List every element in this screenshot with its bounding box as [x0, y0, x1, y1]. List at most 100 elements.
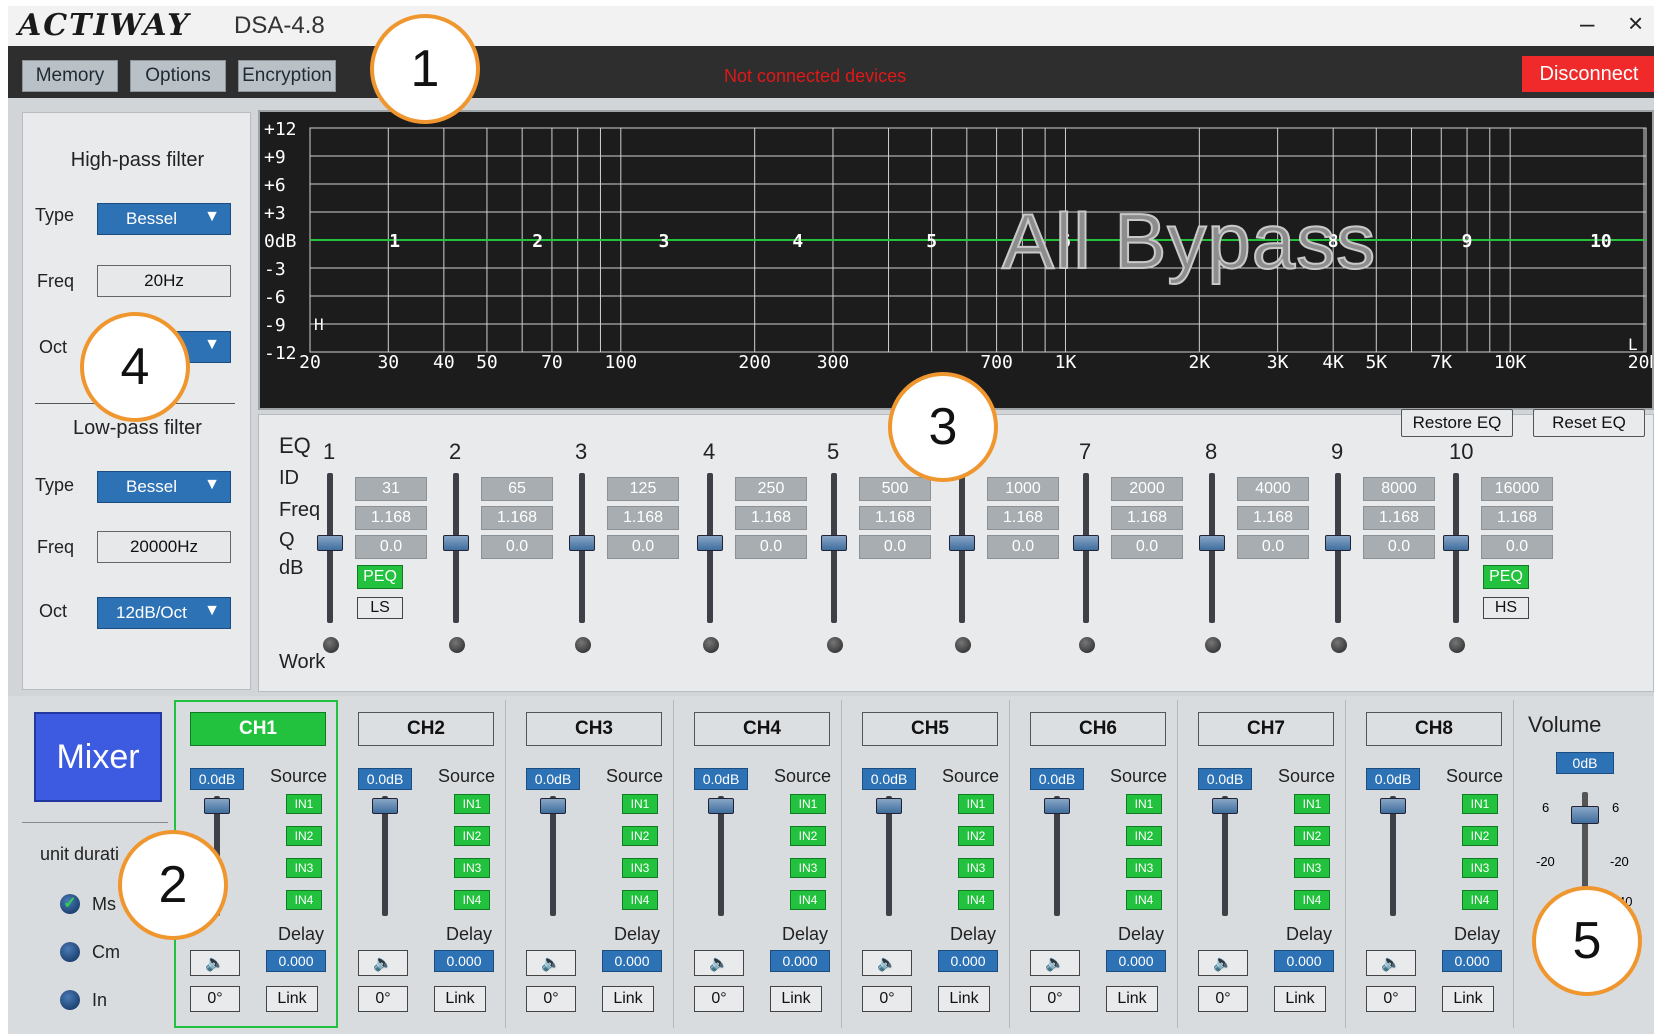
channel-gain-value[interactable]: 0.0dB	[1030, 768, 1084, 790]
eq-gain-slider-knob[interactable]	[1325, 535, 1351, 551]
link-button[interactable]: Link	[1274, 986, 1326, 1012]
memory-button[interactable]: Memory	[22, 60, 118, 92]
eq-q-field[interactable]: 1.168	[735, 506, 807, 530]
eq-freq-field[interactable]: 65	[481, 477, 553, 501]
channel-select-button[interactable]: CH2	[358, 712, 494, 746]
eq-work-indicator[interactable]	[449, 637, 465, 653]
eq-q-field[interactable]: 1.168	[1481, 506, 1553, 530]
channel-gain-value[interactable]: 0.0dB	[526, 768, 580, 790]
source-input-toggle[interactable]: IN1	[286, 794, 322, 814]
channel-delay-value[interactable]: 0.000	[938, 950, 998, 972]
source-input-toggle[interactable]: IN2	[958, 826, 994, 846]
source-input-toggle[interactable]: IN1	[1126, 794, 1162, 814]
source-input-toggle[interactable]: IN4	[1294, 890, 1330, 910]
volume-slider-knob[interactable]	[1571, 806, 1599, 824]
eq-q-field[interactable]: 1.168	[1363, 506, 1435, 530]
source-input-toggle[interactable]: IN1	[790, 794, 826, 814]
source-input-toggle[interactable]: IN4	[790, 890, 826, 910]
eq-db-field[interactable]: 0.0	[1237, 535, 1309, 559]
eq-gain-slider-knob[interactable]	[697, 535, 723, 551]
source-input-toggle[interactable]: IN3	[286, 858, 322, 878]
hp-freq-field[interactable]: 20Hz	[97, 265, 231, 297]
mixer-button[interactable]: Mixer	[34, 712, 162, 802]
source-input-toggle[interactable]: IN1	[622, 794, 658, 814]
eq-db-field[interactable]: 0.0	[1363, 535, 1435, 559]
channel-gain-slider-track[interactable]	[550, 796, 556, 916]
eq-q-field[interactable]: 1.168	[987, 506, 1059, 530]
channel-select-button[interactable]: CH7	[1198, 712, 1334, 746]
source-input-toggle[interactable]: IN4	[286, 890, 322, 910]
source-input-toggle[interactable]: IN4	[454, 890, 490, 910]
channel-gain-slider-track[interactable]	[382, 796, 388, 916]
source-input-toggle[interactable]: IN3	[1126, 858, 1162, 878]
eq-q-field[interactable]: 1.168	[859, 506, 931, 530]
eq-db-field[interactable]: 0.0	[735, 535, 807, 559]
eq-freq-field[interactable]: 16000	[1481, 477, 1553, 501]
source-input-toggle[interactable]: IN2	[1126, 826, 1162, 846]
volume-value[interactable]: 0dB	[1556, 752, 1614, 774]
channel-delay-value[interactable]: 0.000	[434, 950, 494, 972]
eq-work-indicator[interactable]	[323, 637, 339, 653]
channel-gain-value[interactable]: 0.0dB	[1198, 768, 1252, 790]
channel-gain-slider-knob[interactable]	[204, 798, 230, 814]
source-input-toggle[interactable]: IN2	[622, 826, 658, 846]
source-input-toggle[interactable]: IN1	[1462, 794, 1498, 814]
source-input-toggle[interactable]: IN2	[454, 826, 490, 846]
source-input-toggle[interactable]: IN1	[958, 794, 994, 814]
eq-type-toggle[interactable]: PEQ	[357, 565, 403, 589]
channel-select-button[interactable]: CH8	[1366, 712, 1502, 746]
channel-gain-value[interactable]: 0.0dB	[190, 768, 244, 790]
channel-gain-slider-knob[interactable]	[1044, 798, 1070, 814]
restore-eq-button[interactable]: Restore EQ	[1401, 409, 1513, 437]
link-button[interactable]: Link	[266, 986, 318, 1012]
channel-gain-slider-knob[interactable]	[540, 798, 566, 814]
channel-gain-value[interactable]: 0.0dB	[694, 768, 748, 790]
mute-button[interactable]: 🔈	[1366, 950, 1416, 976]
source-input-toggle[interactable]: IN3	[622, 858, 658, 878]
minimize-button[interactable]: –	[1580, 8, 1594, 39]
channel-gain-value[interactable]: 0.0dB	[862, 768, 916, 790]
eq-freq-field[interactable]: 4000	[1237, 477, 1309, 501]
mute-button[interactable]: 🔈	[1198, 950, 1248, 976]
mute-button[interactable]: 🔈	[694, 950, 744, 976]
eq-db-field[interactable]: 0.0	[355, 535, 427, 559]
channel-gain-slider-knob[interactable]	[1380, 798, 1406, 814]
phase-button[interactable]: 0°	[1366, 986, 1416, 1012]
channel-gain-slider-knob[interactable]	[876, 798, 902, 814]
eq-db-field[interactable]: 0.0	[987, 535, 1059, 559]
eq-gain-slider-knob[interactable]	[1199, 535, 1225, 551]
source-input-toggle[interactable]: IN2	[1294, 826, 1330, 846]
eq-q-field[interactable]: 1.168	[607, 506, 679, 530]
lp-type-dropdown[interactable]: Bessel ▼	[97, 471, 231, 503]
eq-q-field[interactable]: 1.168	[1111, 506, 1183, 530]
reset-eq-button[interactable]: Reset EQ	[1533, 409, 1645, 437]
eq-freq-field[interactable]: 1000	[987, 477, 1059, 501]
mute-button[interactable]: 🔈	[1030, 950, 1080, 976]
link-button[interactable]: Link	[602, 986, 654, 1012]
channel-select-button[interactable]: CH6	[1030, 712, 1166, 746]
eq-gain-slider-knob[interactable]	[949, 535, 975, 551]
phase-button[interactable]: 0°	[1030, 986, 1080, 1012]
eq-work-indicator[interactable]	[703, 637, 719, 653]
eq-work-indicator[interactable]	[1079, 637, 1095, 653]
lp-freq-field[interactable]: 20000Hz	[97, 531, 231, 563]
channel-gain-slider-knob[interactable]	[1212, 798, 1238, 814]
phase-button[interactable]: 0°	[694, 986, 744, 1012]
eq-db-field[interactable]: 0.0	[607, 535, 679, 559]
eq-q-field[interactable]: 1.168	[481, 506, 553, 530]
eq-freq-field[interactable]: 8000	[1363, 477, 1435, 501]
unit-radio-ms[interactable]: ✓	[60, 894, 80, 914]
channel-select-button[interactable]: CH4	[694, 712, 830, 746]
eq-gain-slider-knob[interactable]	[443, 535, 469, 551]
eq-freq-field[interactable]: 125	[607, 477, 679, 501]
eq-work-indicator[interactable]	[575, 637, 591, 653]
channel-delay-value[interactable]: 0.000	[1106, 950, 1166, 972]
channel-gain-slider-track[interactable]	[1054, 796, 1060, 916]
eq-gain-slider-knob[interactable]	[317, 535, 343, 551]
source-input-toggle[interactable]: IN4	[958, 890, 994, 910]
channel-gain-slider-track[interactable]	[718, 796, 724, 916]
eq-work-indicator[interactable]	[827, 637, 843, 653]
channel-gain-value[interactable]: 0.0dB	[358, 768, 412, 790]
eq-type-toggle[interactable]: PEQ	[1483, 565, 1529, 589]
link-button[interactable]: Link	[1106, 986, 1158, 1012]
